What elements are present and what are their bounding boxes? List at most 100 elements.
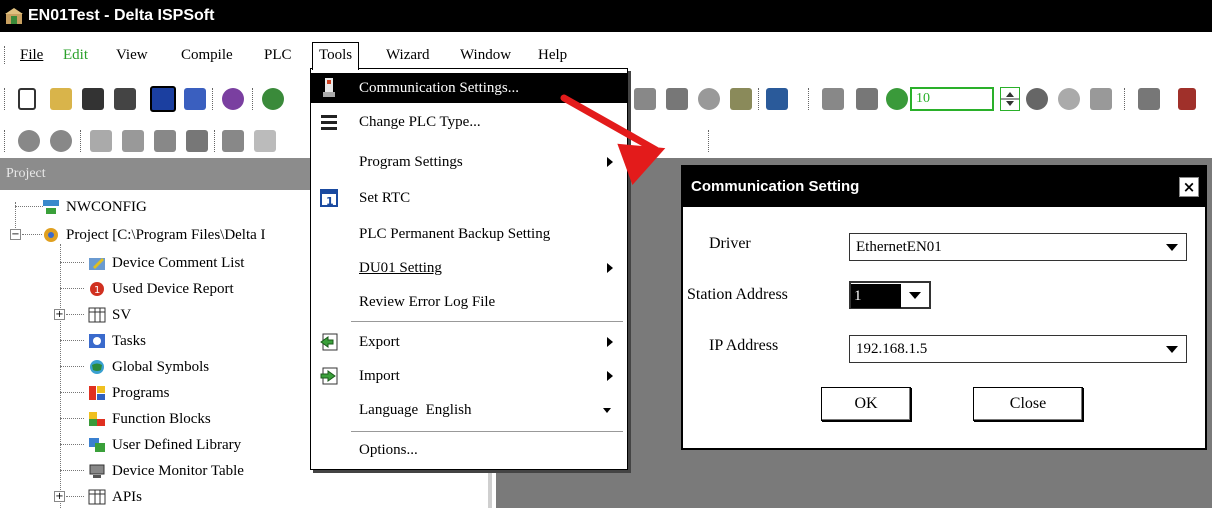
menu-window[interactable]: Window xyxy=(460,44,511,66)
menu-tools[interactable]: Tools xyxy=(312,42,360,70)
tree-item-apis[interactable]: APIs xyxy=(88,486,142,508)
copy-icon[interactable] xyxy=(122,130,144,152)
menu-item-language[interactable]: Language English xyxy=(311,395,627,425)
settings-icon[interactable] xyxy=(730,88,752,110)
tree-item-sv[interactable]: SV xyxy=(88,304,131,326)
expand-toggle[interactable]: + xyxy=(54,491,65,502)
tree-line xyxy=(60,244,61,508)
eraser-icon[interactable] xyxy=(186,130,208,152)
menu-item-export[interactable]: Export xyxy=(311,327,627,357)
menu-item-change-plc-type[interactable]: Change PLC Type... xyxy=(311,107,627,137)
open-file-icon[interactable] xyxy=(50,88,72,110)
compile-icon[interactable] xyxy=(856,88,878,110)
bulb-icon[interactable] xyxy=(698,88,720,110)
toolbar-separator xyxy=(808,88,809,110)
menu-item-options[interactable]: Options... xyxy=(311,435,627,465)
new-file-icon[interactable] xyxy=(18,88,36,110)
cut-icon[interactable] xyxy=(90,130,112,152)
chevron-down-icon xyxy=(1166,346,1178,353)
help-book-icon[interactable] xyxy=(222,88,244,110)
menu-item-set-rtc[interactable]: 1 Set RTC xyxy=(311,183,627,213)
network-icon[interactable] xyxy=(766,88,788,110)
menu-separator xyxy=(351,431,623,432)
print-icon[interactable] xyxy=(114,88,136,110)
tree-line xyxy=(60,470,84,471)
submenu-arrow-icon xyxy=(607,157,613,167)
menu-compile[interactable]: Compile xyxy=(181,44,233,66)
run-icon[interactable] xyxy=(886,88,908,110)
tree-label: Global Symbols xyxy=(112,358,210,375)
menu-view[interactable]: View xyxy=(116,44,148,66)
ladder-view-icon[interactable] xyxy=(150,86,176,112)
window-icon[interactable] xyxy=(184,88,206,110)
toolbar-grip xyxy=(4,130,5,152)
menu-item-import[interactable]: Import xyxy=(311,361,627,391)
paste-icon[interactable] xyxy=(154,130,176,152)
menu-item-program-settings[interactable]: Program Settings xyxy=(311,147,627,177)
tree-item-device-monitor-table[interactable]: Device Monitor Table xyxy=(88,460,244,482)
close-button[interactable]: Close xyxy=(973,387,1083,421)
monitor-icon[interactable] xyxy=(634,88,656,110)
tree-item-nwconfig[interactable]: NWCONFIG xyxy=(42,196,147,218)
menu-wizard[interactable]: Wizard xyxy=(386,44,430,66)
export-icon xyxy=(319,332,339,352)
menu-item-du01-setting[interactable]: DU01 Setting xyxy=(311,253,627,283)
comment-icon xyxy=(88,255,106,271)
menu-item-plc-permanent-backup[interactable]: PLC Permanent Backup Setting xyxy=(311,219,627,249)
toolbar-grip xyxy=(4,88,5,110)
dropdown-arrow-icon xyxy=(603,408,611,413)
toolbar-separator xyxy=(708,130,709,152)
station-address-select[interactable]: 1 xyxy=(849,281,931,309)
tree-item-device-comment-list[interactable]: Device Comment List xyxy=(88,252,244,274)
device-icon[interactable] xyxy=(666,88,688,110)
driver-select[interactable]: EthernetEN01 xyxy=(849,233,1187,261)
menu-plc[interactable]: PLC xyxy=(264,44,292,66)
online-edit-icon[interactable] xyxy=(822,88,844,110)
stop-icon[interactable] xyxy=(1026,88,1048,110)
menu-edit[interactable]: Edit xyxy=(63,44,88,66)
table-icon xyxy=(88,489,106,505)
ip-address-select[interactable]: 192.168.1.5 xyxy=(849,335,1187,363)
globe-icon xyxy=(88,359,106,375)
toolbar-separator xyxy=(80,130,81,152)
tree-label: Project [C:\Program Files\Delta I xyxy=(66,226,266,243)
project-icon xyxy=(42,227,60,243)
tree-line xyxy=(60,418,84,419)
tree-item-tasks[interactable]: Tasks xyxy=(88,330,146,352)
redo-icon[interactable] xyxy=(50,130,72,152)
menu-file[interactable]: File xyxy=(20,44,43,66)
io-icon[interactable] xyxy=(1138,88,1160,110)
tree-item-function-blocks[interactable]: Function Blocks xyxy=(88,408,211,430)
tree-item-project[interactable]: Project [C:\Program Files\Delta I xyxy=(42,224,266,246)
tree-label: Used Device Report xyxy=(112,280,234,297)
menu-item-review-error-log[interactable]: Review Error Log File xyxy=(311,287,627,317)
tree-line xyxy=(15,206,43,207)
ok-button[interactable]: OK xyxy=(821,387,911,421)
plc-module-icon[interactable] xyxy=(1178,88,1196,110)
menu-help[interactable]: Help xyxy=(538,44,567,66)
refresh-icon[interactable] xyxy=(1058,88,1080,110)
online-icon[interactable] xyxy=(262,88,284,110)
ip-address-value: 192.168.1.5 xyxy=(856,341,928,357)
expand-toggle[interactable]: + xyxy=(54,309,65,320)
undo-icon[interactable] xyxy=(18,130,40,152)
tree-item-programs[interactable]: Programs xyxy=(88,382,170,404)
list-icon xyxy=(319,112,339,132)
spin-button[interactable] xyxy=(1000,87,1020,111)
driver-label: Driver xyxy=(709,235,751,252)
dialog-title-bar: Communication Setting × xyxy=(683,167,1205,207)
scan-time-input[interactable]: 10 xyxy=(910,87,994,111)
step-icon[interactable] xyxy=(1090,88,1112,110)
menu-bar: File Edit View Compile PLC Tools Wizard … xyxy=(0,40,1212,70)
save-icon[interactable] xyxy=(82,88,104,110)
tree-item-used-device-report[interactable]: 1 Used Device Report xyxy=(88,278,234,300)
replace-icon[interactable] xyxy=(254,130,276,152)
tree-label: Device Comment List xyxy=(112,254,245,271)
submenu-arrow-icon xyxy=(607,263,613,273)
tree-item-user-defined-library[interactable]: User Defined Library xyxy=(88,434,241,456)
find-icon[interactable] xyxy=(222,130,244,152)
menu-item-communication-settings[interactable]: Communication Settings... xyxy=(311,73,627,103)
collapse-toggle[interactable]: − xyxy=(10,229,21,240)
close-icon[interactable]: × xyxy=(1179,177,1199,197)
tree-item-global-symbols[interactable]: Global Symbols xyxy=(88,356,209,378)
